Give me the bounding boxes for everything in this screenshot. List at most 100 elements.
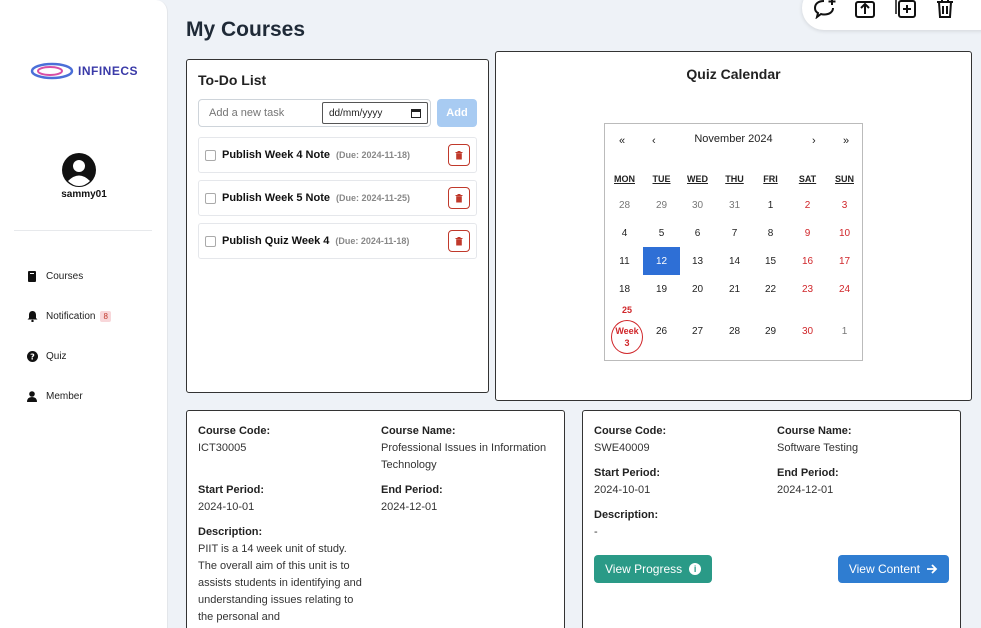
calendar-day[interactable]: 23 [789, 275, 826, 303]
calendar-day[interactable]: 14 [716, 247, 753, 275]
weekday-header: WED [687, 174, 708, 184]
course-name-label: Course Name: [777, 425, 852, 437]
todo-item-due: (Due: 2024-11-25) [336, 193, 411, 203]
calendar-day[interactable]: 16 [789, 247, 826, 275]
calendar-day[interactable]: 20 [679, 275, 716, 303]
calendar-day[interactable]: 11 [606, 247, 643, 275]
trash-icon[interactable] [932, 0, 958, 20]
delete-task-button[interactable] [448, 144, 470, 166]
weekday-header: MON [614, 174, 635, 184]
add-page-icon[interactable] [892, 0, 918, 20]
calendar-day[interactable]: 6 [679, 219, 716, 247]
sidebar-item-notification[interactable]: Notification 8 [26, 296, 111, 336]
todo-input-group: dd/mm/yyyy [198, 99, 431, 127]
course-code: ICT30005 [198, 442, 247, 454]
course-card: Course Code: SWE40009 Course Name: Softw… [582, 410, 961, 628]
quiz-calendar-panel: Quiz Calendar « ‹ November 2024 › » 25 W… [495, 51, 972, 401]
calendar-day[interactable]: 3 [826, 191, 863, 219]
course-description: - [594, 526, 598, 538]
view-content-button[interactable]: View Content [837, 555, 949, 583]
todo-item-due: (Due: 2024-11-18) [335, 236, 410, 246]
floating-toolbar [802, 0, 981, 30]
calendar-day[interactable]: 21 [716, 275, 753, 303]
calendar-day[interactable]: 8 [752, 219, 789, 247]
calendar-day[interactable]: 31 [716, 191, 753, 219]
calendar-day[interactable]: 28 [606, 191, 643, 219]
calendar-day[interactable]: 17 [826, 247, 863, 275]
todo-checkbox[interactable] [205, 192, 216, 204]
calendar-month-label[interactable]: November 2024 [605, 133, 862, 145]
calendar-day[interactable]: 22 [752, 275, 789, 303]
arrow-right-icon [927, 564, 938, 574]
sidebar-nav: Courses Notification 8 ? Quiz Member [26, 256, 111, 416]
end-period: 2024-12-01 [777, 484, 834, 496]
description-label: Description: [594, 509, 659, 521]
calendar-day[interactable]: 4 [606, 219, 643, 247]
sidebar-item-member[interactable]: Member [26, 376, 111, 416]
trash-icon [455, 150, 463, 159]
calendar-day[interactable]: 18 [606, 275, 643, 303]
calendar-day[interactable]: 24 [826, 275, 863, 303]
view-progress-label: View Progress [605, 562, 683, 576]
course-description: PIIT is a 14 week unit of study. The ove… [198, 543, 362, 623]
calendar-day[interactable]: 1 [826, 317, 863, 345]
todo-item-due: (Due: 2024-11-18) [336, 150, 411, 160]
calendar-day[interactable]: 19 [643, 275, 680, 303]
delete-task-button[interactable] [448, 187, 470, 209]
calendar-day[interactable]: 1 [752, 191, 789, 219]
calendar-icon [411, 109, 421, 118]
add-comment-icon[interactable] [812, 0, 838, 20]
sidebar-item-courses[interactable]: Courses [26, 256, 111, 296]
calendar-day[interactable]: 15 [752, 247, 789, 275]
course-name-label: Course Name: [381, 425, 456, 437]
todo-checkbox[interactable] [205, 149, 216, 161]
due-date-input[interactable]: dd/mm/yyyy [322, 102, 428, 124]
calendar-day[interactable]: 30 [789, 317, 826, 345]
course-name: Software Testing [777, 442, 859, 454]
week-marker-day: 25 [621, 305, 632, 315]
calendar-day[interactable]: 2 [789, 191, 826, 219]
calendar-day[interactable]: 29 [643, 191, 680, 219]
course-card: Course Code: ICT30005 Course Name: Profe… [186, 410, 565, 628]
todo-checkbox[interactable] [205, 235, 216, 247]
week-marker[interactable]: 25 Week 3 [611, 305, 643, 359]
sidebar-item-label: Quiz [46, 350, 67, 362]
next-year-button[interactable]: » [843, 135, 849, 147]
calendar-day[interactable]: 26 [643, 317, 680, 345]
calendar-day[interactable]: 27 [679, 317, 716, 345]
add-task-button[interactable]: Add [437, 99, 477, 127]
info-icon: i [689, 563, 702, 575]
calendar-day[interactable]: 29 [752, 317, 789, 345]
start-period: 2024-10-01 [198, 501, 255, 513]
calendar-day[interactable]: 5 [643, 219, 680, 247]
calendar-day[interactable]: 30 [679, 191, 716, 219]
brand-logo[interactable]: INFINECS [30, 60, 138, 82]
todo-item-title: Publish Week 5 Note [222, 192, 330, 204]
calendar-day[interactable]: 9 [789, 219, 826, 247]
upload-icon[interactable] [852, 0, 878, 20]
calendar-day[interactable]: 13 [679, 247, 716, 275]
start-period-label: Start Period: [594, 467, 661, 479]
calendar-day[interactable]: 28 [716, 317, 753, 345]
todo-item-title: Publish Quiz Week 4 [222, 235, 330, 247]
todo-title: To-Do List [198, 72, 267, 88]
page-title: My Courses [186, 18, 306, 41]
more-icon[interactable] [972, 0, 981, 20]
calendar-day[interactable]: 10 [826, 219, 863, 247]
sidebar-divider [14, 230, 152, 231]
trash-icon [455, 193, 463, 202]
user-avatar-icon[interactable] [61, 152, 97, 188]
task-input[interactable] [199, 100, 320, 126]
sidebar-item-label: Member [46, 390, 83, 402]
course-code: SWE40009 [594, 442, 650, 454]
calendar-day[interactable]: 7 [716, 219, 753, 247]
todo-form: dd/mm/yyyy Add [198, 99, 477, 127]
view-progress-button[interactable]: View Progress i [594, 555, 713, 583]
next-month-button[interactable]: › [812, 135, 816, 147]
sidebar-item-quiz[interactable]: ? Quiz [26, 336, 111, 376]
delete-task-button[interactable] [448, 230, 470, 252]
calendar-title: Quiz Calendar [686, 66, 781, 82]
week-marker-circle: Week 3 [611, 320, 643, 354]
trash-icon [455, 236, 463, 245]
calendar-day[interactable]: 12 [643, 247, 680, 275]
